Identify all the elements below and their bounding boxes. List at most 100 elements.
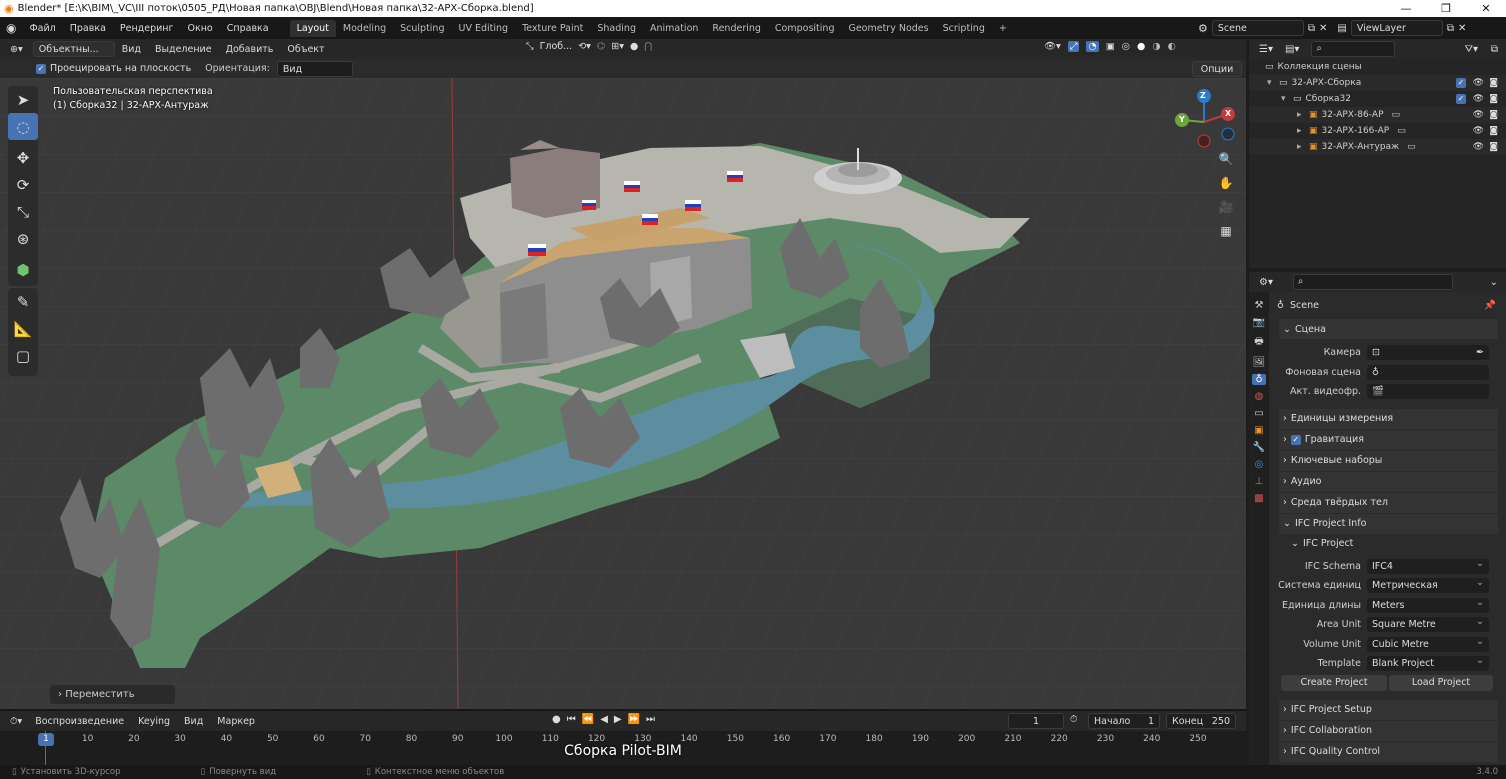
volume-unit-dropdown[interactable]: Cubic Metre	[1367, 636, 1489, 652]
menu-select[interactable]: Выделение	[148, 44, 219, 55]
options-dropdown[interactable]: Опции	[1192, 61, 1242, 77]
pan-hand-icon[interactable]: ✋	[1215, 172, 1237, 194]
camera-field[interactable]: ⊡ ✒	[1367, 345, 1489, 361]
scene-icon[interactable]: ⚙	[1198, 22, 1208, 35]
ifc-project-setup-panel-header[interactable]: › IFC Project Setup	[1279, 699, 1498, 720]
move-tool-icon[interactable]: ✥	[8, 144, 38, 171]
solid-shading-icon[interactable]: ●	[1137, 41, 1145, 52]
annotate-tool-icon[interactable]: ✎	[8, 288, 38, 315]
constraints-tab-icon[interactable]: ⊥	[1255, 476, 1264, 487]
minimize-button[interactable]: —	[1386, 0, 1426, 17]
expand-arrow-icon[interactable]: ▾	[1267, 78, 1279, 88]
object-tab-icon[interactable]: ▣	[1254, 425, 1263, 436]
play-reverse-icon[interactable]: ◀	[600, 714, 608, 725]
outliner-row[interactable]: ▾ ▭ 32-АРХ-Сборка ✓ 👁 ◙	[1249, 75, 1506, 91]
pivot-icon[interactable]: ⟲▾	[578, 41, 591, 52]
menu-object[interactable]: Объект	[280, 44, 331, 55]
wireframe-shading-icon[interactable]: ◎	[1122, 41, 1130, 52]
measure-tool-icon[interactable]: 📐	[8, 315, 38, 342]
end-frame-field[interactable]: Конец 250	[1166, 713, 1236, 729]
marker-menu[interactable]: Маркер	[210, 716, 262, 727]
modifiers-tab-icon[interactable]: 🔧	[1253, 442, 1265, 453]
world-tab-icon[interactable]: ◍	[1255, 391, 1264, 402]
new-collection-icon[interactable]: ⧉	[1491, 44, 1498, 55]
overlay-toggle-icon[interactable]: ◔	[1086, 41, 1099, 52]
mode-selector[interactable]: Объектны...	[32, 41, 115, 57]
unit-system-dropdown[interactable]: Метрическая	[1367, 578, 1489, 594]
eye-icon[interactable]: 👁	[1473, 126, 1484, 136]
scene-panel-header[interactable]: ⌄ Сцена	[1279, 319, 1498, 339]
snap-target-icon[interactable]: ⊞▾	[611, 41, 624, 52]
eye-icon[interactable]: 👁	[1473, 142, 1484, 152]
options-chevron-icon[interactable]: ⌄	[1490, 277, 1498, 288]
timeline-view-menu[interactable]: Вид	[177, 716, 210, 727]
properties-search[interactable]: ⌕	[1292, 274, 1453, 290]
exclude-checkbox[interactable]: ✓	[1456, 94, 1466, 104]
create-project-button[interactable]: Create Project	[1281, 674, 1387, 691]
eye-icon[interactable]: 👁	[1473, 78, 1484, 88]
ifc-quality-control-panel-header[interactable]: › IFC Quality Control	[1279, 741, 1498, 762]
ifc-project-subpanel-header[interactable]: ⌄ IFC Project	[1269, 534, 1506, 554]
tab-rendering[interactable]: Rendering	[705, 20, 768, 37]
viewlayer-selector[interactable]: ViewLayer	[1350, 20, 1443, 36]
rigid-body-panel-header[interactable]: › Среда твёрдых тел	[1279, 492, 1498, 513]
material-shading-icon[interactable]: ◑	[1152, 41, 1160, 52]
last-operator-panel[interactable]: › Переместить	[50, 685, 175, 704]
tab-sculpting[interactable]: Sculpting	[393, 20, 451, 37]
background-scene-field[interactable]: ♁	[1367, 364, 1489, 380]
add-workspace-button[interactable]: +	[992, 20, 1014, 37]
menu-help[interactable]: Справка	[220, 23, 276, 34]
render-tab-icon[interactable]: 📷	[1253, 317, 1265, 328]
add-cube-icon[interactable]: ⬢	[8, 256, 38, 283]
orientation-selector[interactable]: Глоб...	[540, 41, 573, 52]
blender-menu-icon[interactable]: ◉	[0, 21, 22, 35]
proportional-edit-icon[interactable]: ●	[630, 41, 638, 52]
scene-tab-icon[interactable]: ♁	[1252, 374, 1266, 385]
length-unit-dropdown[interactable]: Meters	[1367, 597, 1489, 613]
delete-scene-icon[interactable]: ✕	[1319, 23, 1327, 34]
outliner-row-scene-collection[interactable]: ▭ Коллекция сцены	[1249, 59, 1506, 75]
ifc-schema-dropdown[interactable]: IFC4	[1367, 558, 1489, 574]
gizmo-toggle-icon[interactable]: ⤢	[1067, 41, 1080, 52]
camera-view-icon[interactable]: 🎥	[1215, 196, 1237, 218]
area-unit-dropdown[interactable]: Square Metre	[1367, 617, 1489, 633]
menu-view[interactable]: Вид	[115, 44, 148, 55]
tab-shading[interactable]: Shading	[590, 20, 643, 37]
prev-key-icon[interactable]: ⏪	[582, 714, 594, 725]
expand-arrow-icon[interactable]: ▸	[1297, 142, 1309, 152]
ifc-collaboration-panel-header[interactable]: › IFC Collaboration	[1279, 720, 1498, 741]
camera-render-icon[interactable]: ◙	[1489, 78, 1498, 88]
add-object-tool-icon[interactable]: ▢	[8, 342, 38, 369]
outliner-row[interactable]: ▸ ▣ 32-АРХ-86-АР ▭ 👁 ◙	[1249, 107, 1506, 123]
tab-scripting[interactable]: Scripting	[936, 20, 992, 37]
playback-menu[interactable]: Воспроизведение	[28, 716, 131, 727]
ortho-grid-icon[interactable]: ▦	[1215, 220, 1237, 242]
expand-arrow-icon[interactable]: ▾	[1281, 94, 1293, 104]
timeline-area[interactable]: 10 20 30 40 50 60 70 80 90 100 110 120 130 140 150 160 1…	[0, 731, 1246, 765]
texture-tab-icon[interactable]: ▩	[1254, 493, 1263, 504]
orientation-dropdown[interactable]: Вид	[276, 60, 353, 77]
rotate-tool-icon[interactable]: ⟳	[8, 171, 38, 198]
outliner-search[interactable]: ⌕	[1311, 41, 1396, 57]
cursor-tool-icon[interactable]: ◌	[8, 113, 38, 140]
transform-tool-icon[interactable]: ⊛	[8, 225, 38, 252]
menu-add[interactable]: Добавить	[219, 44, 281, 55]
camera-render-icon[interactable]: ◙	[1489, 110, 1498, 120]
menu-file[interactable]: Файл	[22, 23, 62, 34]
3d-viewport[interactable]: Пользовательская перспектива (1) Сборка3…	[0, 78, 1246, 709]
display-mode-icon[interactable]: ▤▾	[1279, 44, 1305, 55]
menu-window[interactable]: Окно	[181, 23, 220, 34]
tab-compositing[interactable]: Compositing	[768, 20, 842, 37]
tab-animation[interactable]: Animation	[643, 20, 705, 37]
project-checkbox[interactable]: ✓	[36, 63, 46, 74]
outliner-row[interactable]: ▸ ▣ 32-АРХ-166-АР ▭ 👁 ◙	[1249, 123, 1506, 139]
scene-selector[interactable]: Scene	[1211, 20, 1304, 36]
tool-tab-icon[interactable]: ⚒	[1255, 300, 1264, 311]
tab-texture-paint[interactable]: Texture Paint	[515, 20, 590, 37]
keying-sets-panel-header[interactable]: › Ключевые наборы	[1279, 450, 1498, 471]
outliner-row[interactable]: ▾ ▭ Сборка32 ✓ 👁 ◙	[1249, 91, 1506, 107]
audio-panel-header[interactable]: › Аудио	[1279, 471, 1498, 492]
start-frame-field[interactable]: Начало 1	[1088, 713, 1160, 729]
viewlayer-icon[interactable]: ▤	[1337, 23, 1346, 34]
load-project-button[interactable]: Load Project	[1389, 674, 1493, 691]
